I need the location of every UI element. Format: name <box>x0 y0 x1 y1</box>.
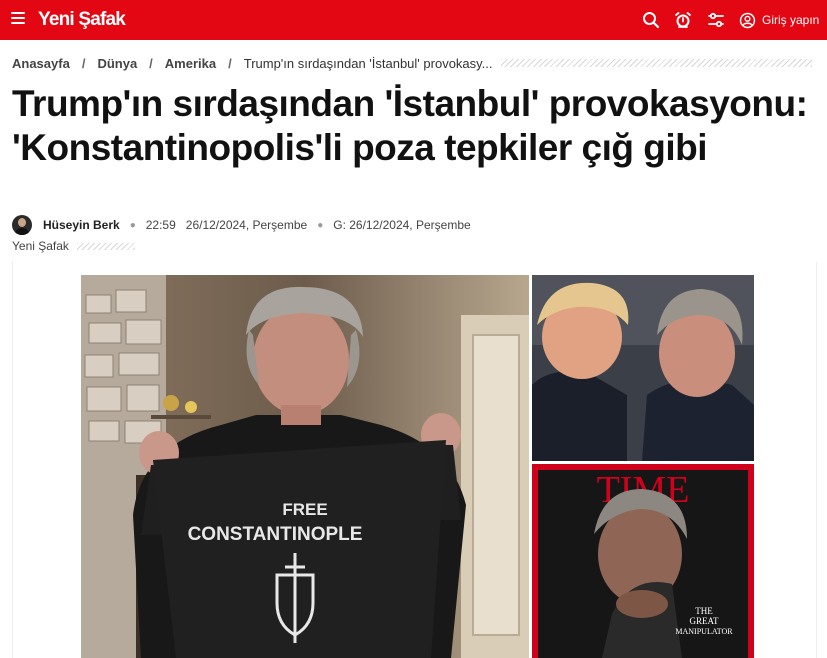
breadcrumb-separator: / <box>228 55 232 71</box>
alarm-icon[interactable] <box>673 10 693 30</box>
search-icon[interactable] <box>641 10 661 30</box>
breadcrumb-america[interactable]: Amerika <box>165 56 216 71</box>
site-logo[interactable]: Yeni Şafak <box>38 9 126 31</box>
shirt-text-line1: FREE <box>282 500 327 519</box>
magazine-subtitle-2: GREAT <box>690 616 720 626</box>
author-avatar[interactable] <box>12 215 32 235</box>
user-icon <box>739 12 756 28</box>
meta-dot: ● <box>317 219 324 231</box>
publish-date: 26/12/2024, Perşembe <box>185 218 308 232</box>
breadcrumb-separator: / <box>149 55 153 71</box>
meta-dot: ● <box>129 219 136 231</box>
magazine-subtitle-1: THE <box>695 606 713 616</box>
article-meta: Hüseyin Berk ● 22:59 26/12/2024, Perşemb… <box>12 214 471 236</box>
main-photo[interactable]: FREE CONSTANTINOPLE <box>81 275 529 658</box>
settings-sliders-icon[interactable] <box>706 10 726 30</box>
publish-time: 22:59 <box>145 218 176 232</box>
author-name[interactable]: Hüseyin Berk <box>43 218 120 232</box>
top-navigation-bar: Yeni Şafak Giriş yapın <box>0 0 827 40</box>
login-label: Giriş yapın <box>762 13 820 27</box>
article-source: Yeni Şafak <box>12 239 212 253</box>
breadcrumb-separator: / <box>81 55 86 71</box>
shirt-text-line2: CONSTANTINOPLE <box>188 524 363 545</box>
decorative-hatch <box>76 242 135 250</box>
article-image-frame: FREE CONSTANTINOPLE TIME THE GREAT MANIP… <box>12 262 817 658</box>
secondary-photo-top[interactable] <box>532 275 754 461</box>
breadcrumb: Anasayfa / Dünya / Amerika / Trump'ın sı… <box>12 54 812 72</box>
magazine-subtitle-3: MANIPULATOR <box>675 627 733 636</box>
breadcrumb-world[interactable]: Dünya <box>97 56 137 71</box>
magazine-cover-photo[interactable]: TIME THE GREAT MANIPULATOR <box>532 464 754 658</box>
login-button[interactable]: Giriş yapın <box>739 10 819 30</box>
article-title: Trump'ın sırdaşından 'İstanbul' provokas… <box>12 83 808 168</box>
decorative-hatch <box>500 59 812 67</box>
breadcrumb-home[interactable]: Anasayfa <box>12 56 70 71</box>
menu-icon[interactable] <box>11 12 25 26</box>
breadcrumb-current: Trump'ın sırdaşından 'İstanbul' provokas… <box>243 55 493 71</box>
source-name: Yeni Şafak <box>12 239 69 253</box>
updated-date: G: 26/12/2024, Perşembe <box>333 218 471 232</box>
